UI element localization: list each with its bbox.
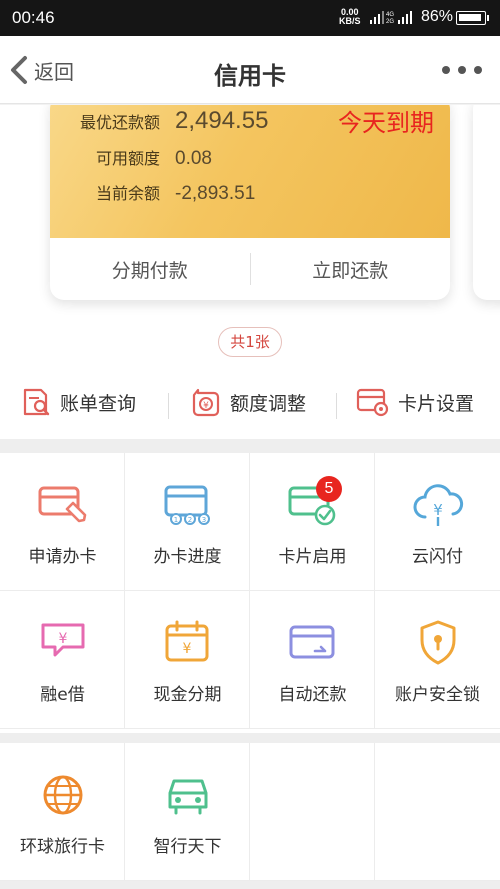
service-smart-travel[interactable]: 智行天下 bbox=[125, 743, 250, 881]
notification-badge: 5 bbox=[316, 476, 342, 502]
service-label: 办卡进度 bbox=[153, 547, 222, 567]
balance-value: -2,893.51 bbox=[175, 183, 256, 204]
battery-icon bbox=[456, 11, 489, 25]
svg-text:2G: 2G bbox=[386, 19, 394, 24]
service-grid-2: 环球旅行卡 智行天下 bbox=[0, 743, 500, 881]
service-label: 环球旅行卡 bbox=[20, 837, 105, 857]
service-card-progress[interactable]: 1 2 3 办卡进度 bbox=[125, 453, 250, 591]
signal-2-icon: 4G 2G bbox=[386, 11, 412, 24]
svg-text:1: 1 bbox=[174, 516, 178, 524]
svg-text:3: 3 bbox=[202, 516, 206, 524]
car-icon bbox=[168, 779, 208, 815]
min-payment-value: 2,494.55 bbox=[175, 107, 269, 134]
bill-query-button[interactable]: 账单查询 bbox=[20, 386, 136, 418]
cash-installment-icon: ¥ bbox=[165, 620, 209, 662]
service-global-travel-card[interactable]: 环球旅行卡 bbox=[0, 743, 125, 881]
next-card-peek[interactable] bbox=[473, 105, 500, 300]
security-lock-icon bbox=[420, 620, 456, 665]
more-dot-icon bbox=[442, 66, 450, 74]
battery-text: 86% bbox=[421, 8, 454, 25]
bill-query-label: 账单查询 bbox=[60, 392, 137, 415]
loan-icon: ¥ bbox=[41, 623, 85, 657]
auto-repay-icon bbox=[289, 625, 335, 659]
limit-adjust-label: 额度调整 bbox=[230, 392, 307, 415]
svg-text:¥: ¥ bbox=[203, 401, 209, 411]
card-actions: 分期付款 立即还款 bbox=[50, 238, 450, 300]
service-label: 现金分期 bbox=[153, 685, 222, 705]
section-divider bbox=[0, 439, 500, 453]
limit-adjust-button[interactable]: ¥ 额度调整 bbox=[190, 386, 306, 418]
card-settings-label: 卡片设置 bbox=[398, 392, 475, 415]
quick-actions: 账单查询 ¥ 额度调整 卡片设置 bbox=[0, 375, 500, 435]
service-label: 融e借 bbox=[40, 685, 85, 705]
service-cloud-pay[interactable]: ¥ 云闪付 bbox=[375, 453, 500, 591]
page-title: 信用卡 bbox=[214, 62, 286, 90]
service-grid: 申请办卡 1 2 3 办卡进度 卡片启用 ¥ 云闪付 ¥ 融e借 ¥ 现金分期 … bbox=[0, 453, 500, 729]
available-label: 可用额度 bbox=[95, 149, 160, 168]
credit-card-panel[interactable]: 最优还款额 2,494.55 可用额度 0.08 当前余额 -2,893.51 … bbox=[50, 105, 450, 300]
card-apply-icon bbox=[38, 486, 87, 523]
service-auto-repay[interactable]: 自动还款 bbox=[250, 591, 375, 729]
card-count-badge[interactable]: 共1张 bbox=[218, 327, 282, 357]
card-progress-icon: 1 2 3 bbox=[164, 485, 210, 525]
status-bar: 00:46 0.00 KB/S 4G 2G 86% bbox=[0, 0, 500, 36]
service-security-lock[interactable]: 账户安全锁 bbox=[375, 591, 500, 729]
due-today-tag: 今天到期 bbox=[338, 109, 434, 137]
network-speed: 0.00 KB/S bbox=[339, 7, 361, 26]
cloud-pay-icon: ¥ bbox=[413, 484, 464, 526]
service-label: 云闪付 bbox=[412, 547, 463, 567]
more-dot-icon bbox=[474, 66, 482, 74]
svg-text:¥: ¥ bbox=[59, 631, 68, 647]
svg-text:2: 2 bbox=[188, 516, 192, 524]
empty-cell bbox=[250, 743, 375, 881]
card-settings-icon bbox=[356, 388, 389, 417]
service-label: 卡片启用 bbox=[278, 547, 347, 567]
more-button[interactable] bbox=[442, 60, 482, 80]
repay-now-button[interactable]: 立即还款 bbox=[251, 256, 451, 283]
service-label: 智行天下 bbox=[153, 837, 222, 857]
min-payment-label: 最优还款额 bbox=[79, 113, 160, 132]
svg-text:4G: 4G bbox=[386, 12, 394, 18]
card-settings-button[interactable]: 卡片设置 bbox=[356, 386, 474, 418]
svg-text:¥: ¥ bbox=[183, 641, 192, 657]
main-content: 最优还款额 2,494.55 可用额度 0.08 当前余额 -2,893.51 … bbox=[0, 105, 500, 889]
bill-search-icon bbox=[23, 388, 50, 416]
more-dot-icon bbox=[458, 66, 466, 74]
section-divider bbox=[0, 733, 500, 743]
card-face: 最优还款额 2,494.55 可用额度 0.08 当前余额 -2,893.51 … bbox=[50, 105, 450, 238]
service-label: 账户安全锁 bbox=[395, 685, 480, 705]
nav-bar: 返回 信用卡 bbox=[0, 36, 500, 104]
service-card-activate[interactable]: 卡片启用 bbox=[250, 453, 375, 591]
installment-button[interactable]: 分期付款 bbox=[50, 256, 250, 283]
service-cash-installment[interactable]: ¥ 现金分期 bbox=[125, 591, 250, 729]
signal-1-icon bbox=[370, 11, 384, 24]
service-loan[interactable]: ¥ 融e借 bbox=[0, 591, 125, 729]
service-label: 自动还款 bbox=[278, 685, 347, 705]
status-time: 00:46 bbox=[12, 8, 55, 27]
balance-label: 当前余额 bbox=[95, 184, 160, 203]
svg-text:¥: ¥ bbox=[433, 501, 443, 519]
available-value: 0.08 bbox=[175, 148, 212, 169]
section-divider bbox=[0, 881, 500, 889]
globe-icon bbox=[43, 775, 83, 815]
service-apply-card[interactable]: 申请办卡 bbox=[0, 453, 125, 591]
service-label: 申请办卡 bbox=[28, 547, 97, 567]
limit-adjust-icon: ¥ bbox=[192, 388, 220, 417]
empty-cell bbox=[375, 743, 500, 881]
